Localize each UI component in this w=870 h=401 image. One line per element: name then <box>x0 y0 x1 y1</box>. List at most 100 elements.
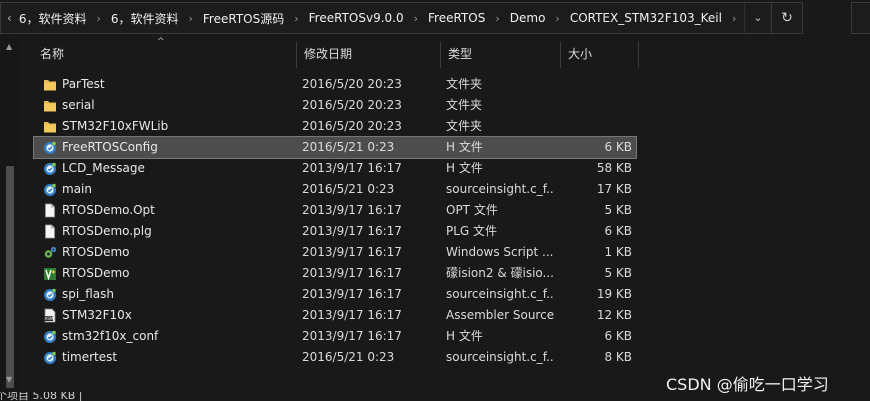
file-row[interactable]: RTOSDemo.plg 2013/9/17 16:17 PLG 文件 6 KB <box>34 221 636 242</box>
folder-icon <box>43 119 59 134</box>
file-size: 58 KB <box>596 161 632 175</box>
column-divider[interactable] <box>638 42 639 68</box>
file-type: OPT 文件 <box>446 203 498 217</box>
file-type: H 文件 <box>446 161 483 175</box>
file-size: 5 KB <box>604 266 632 280</box>
file-modified-date: 2013/9/17 16:17 <box>302 245 402 259</box>
file-name: serial <box>62 98 95 112</box>
search-input[interactable] <box>851 2 870 34</box>
file-modified-date: 2013/9/17 16:17 <box>302 161 402 175</box>
file-name: FreeRTOSConfig <box>62 140 158 154</box>
breadcrumb-item[interactable]: 6，软件资料 <box>16 10 90 27</box>
file-row[interactable]: ASM STM32F10x 2013/9/17 16:17 Assembler Sou… <box>34 305 636 326</box>
file-row[interactable]: RTOSDemo 2013/9/17 16:17 Windows Script ..… <box>34 242 636 263</box>
sourceinsight-icon <box>43 161 59 176</box>
address-dropdown-icon[interactable]: ⌄ <box>744 3 771 33</box>
document-icon <box>43 203 59 218</box>
breadcrumb-separator-icon[interactable]: › <box>725 12 743 25</box>
scrollbar-thumb[interactable] <box>6 166 14 388</box>
breadcrumb-item[interactable]: FreeRTOSv9.0.0 <box>306 11 407 25</box>
breadcrumb-separator-icon[interactable]: › <box>89 12 107 25</box>
file-modified-date: 2013/9/17 16:17 <box>302 224 402 238</box>
file-name: stm32f10x_conf <box>62 329 159 343</box>
breadcrumb-item[interactable]: 6，软件资料 <box>108 10 182 27</box>
file-size: 1 KB <box>604 245 632 259</box>
file-size: 8 KB <box>604 350 632 364</box>
scroll-up-icon[interactable]: ▲ <box>6 42 12 51</box>
file-row[interactable]: stm32f10x_conf 2013/9/17 16:17 H 文件 6 KB <box>34 326 636 347</box>
watermark: CSDN @偷吃一口学习 <box>666 375 829 394</box>
file-row[interactable]: RTOSDemo 2013/9/17 16:17 礞ision2 & 礞isio..… <box>34 263 636 284</box>
breadcrumb-item[interactable]: FreeRTOS <box>425 11 488 25</box>
file-type: Assembler Source <box>446 308 554 322</box>
file-row[interactable]: spi_flash 2013/9/17 16:17 sourceinsight.c_… <box>34 284 636 305</box>
file-type: 文件夹 <box>446 77 483 91</box>
file-row[interactable]: RTOSDemo.Opt 2013/9/17 16:17 OPT 文件 5 KB <box>34 200 636 221</box>
breadcrumb-separator-icon[interactable]: › <box>287 12 305 25</box>
file-type: 文件夹 <box>446 98 483 112</box>
file-modified-date: 2013/9/17 16:17 <box>302 203 402 217</box>
file-type: sourceinsight.c_f... <box>446 182 554 196</box>
file-modified-date: 2016/5/20 20:23 <box>302 119 402 133</box>
sourceinsight-icon <box>43 140 59 155</box>
file-size: 12 KB <box>596 308 632 322</box>
svg-text:ASM: ASM <box>45 316 54 321</box>
file-type: sourceinsight.c_f... <box>446 287 554 301</box>
file-row[interactable]: timertest 2016/5/21 0:23 sourceinsight.c_f… <box>34 347 636 368</box>
file-size: 6 KB <box>604 224 632 238</box>
file-name: STM32F10xFWLib <box>62 119 169 133</box>
column-header-name[interactable]: 名称 <box>32 40 296 68</box>
file-row[interactable]: main 2016/5/21 0:23 sourceinsight.c_f... 17… <box>34 179 636 200</box>
file-name: ParTest <box>62 77 105 91</box>
file-size: 17 KB <box>596 182 632 196</box>
file-modified-date: 2016/5/20 20:23 <box>302 98 402 112</box>
breadcrumb-separator-icon[interactable]: › <box>407 12 425 25</box>
file-row[interactable]: ParTest 2016/5/20 20:23 文件夹 <box>34 74 636 95</box>
breadcrumb-separator-icon[interactable]: › <box>182 12 200 25</box>
file-name: RTOSDemo <box>62 266 130 280</box>
file-size <box>554 95 632 116</box>
file-name: spi_flash <box>62 287 114 301</box>
assembler-icon: ASM <box>43 308 59 323</box>
file-modified-date: 2016/5/21 0:23 <box>302 140 395 154</box>
column-header-type[interactable]: 类型 <box>440 40 560 68</box>
file-row[interactable]: serial 2016/5/20 20:23 文件夹 <box>34 95 636 116</box>
breadcrumb-separator-icon[interactable]: › <box>548 12 566 25</box>
status-text: 个项目 5.08 KB | <box>0 392 83 401</box>
breadcrumb-separator-icon[interactable]: › <box>488 12 506 25</box>
file-modified-date: 2013/9/17 16:17 <box>302 329 402 343</box>
file-row[interactable]: FreeRTOSConfig 2016/5/21 0:23 H 文件 6 KB <box>33 136 637 159</box>
file-name: LCD_Message <box>62 161 145 175</box>
file-name: RTOSDemo.Opt <box>62 203 155 217</box>
file-size <box>554 116 632 137</box>
file-type: 礞ision2 & 礞isio... <box>446 266 554 280</box>
keil-project-icon <box>43 266 59 281</box>
file-name: RTOSDemo.plg <box>62 224 152 238</box>
scroll-down-icon[interactable]: ▼ <box>6 375 12 384</box>
address-bar[interactable]: ‹ 6，软件资料 › 6，软件资料 › FreeRTOS源码 › FreeRTO… <box>0 2 803 34</box>
file-modified-date: 2016/5/21 0:23 <box>302 182 395 196</box>
file-name: main <box>62 182 92 196</box>
sourceinsight-icon <box>43 287 59 302</box>
sourceinsight-icon <box>43 182 59 197</box>
script-icon <box>43 245 59 260</box>
file-row[interactable]: STM32F10xFWLib 2016/5/20 20:23 文件夹 <box>34 116 636 137</box>
folder-icon <box>43 98 59 113</box>
vertical-scrollbar[interactable]: ▲ ▼ <box>0 38 20 401</box>
breadcrumb-item[interactable]: FreeRTOS源码 <box>200 10 287 27</box>
column-header-date[interactable]: 修改日期 <box>296 40 440 68</box>
breadcrumb-item-current[interactable]: CORTEX_STM32F103_Keil <box>567 11 725 25</box>
file-row[interactable]: LCD_Message 2013/9/17 16:17 H 文件 58 KB <box>34 158 636 179</box>
file-modified-date: 2013/9/17 16:17 <box>302 287 402 301</box>
column-header-size[interactable]: 大小 <box>560 40 638 68</box>
file-type: H 文件 <box>446 140 483 154</box>
file-modified-date: 2016/5/21 0:23 <box>302 350 395 364</box>
refresh-icon[interactable]: ↻ <box>771 3 802 33</box>
file-type: sourceinsight.c_f... <box>446 350 554 364</box>
file-modified-date: 2013/9/17 16:17 <box>302 266 402 280</box>
file-modified-date: 2016/5/20 20:23 <box>302 77 402 91</box>
file-size <box>554 74 632 95</box>
breadcrumb-item[interactable]: Demo <box>507 11 549 25</box>
breadcrumb-overflow-icon[interactable]: ‹ <box>1 11 16 25</box>
file-type: 文件夹 <box>446 119 483 133</box>
